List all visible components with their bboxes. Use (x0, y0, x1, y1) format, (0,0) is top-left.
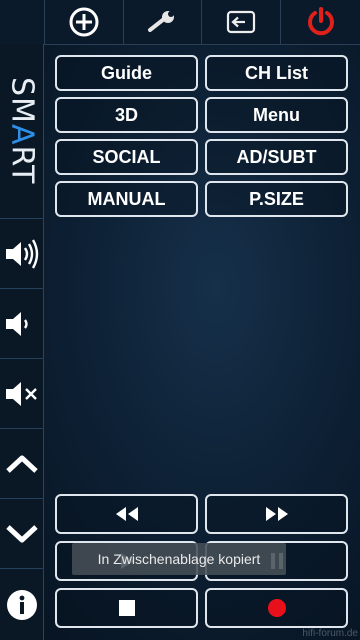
input-source-icon (226, 10, 256, 34)
watermark: hifi-forum.de (302, 628, 358, 639)
menu-button[interactable]: Menu (205, 97, 348, 133)
social-button[interactable]: SOCIAL (55, 139, 198, 175)
chevron-down-icon (6, 524, 38, 542)
mute-button[interactable] (0, 359, 44, 429)
clipboard-toast: In Zwischenablage kopiert (72, 543, 286, 575)
ad-subt-button[interactable]: AD/SUBT (205, 139, 348, 175)
volume-up-button[interactable] (0, 219, 44, 289)
rewind-icon (115, 507, 138, 521)
logo-text-accent: A (4, 124, 40, 146)
sidebar: SMART (0, 44, 44, 640)
settings-button[interactable] (123, 0, 201, 44)
info-button[interactable] (0, 569, 44, 640)
rewind-button[interactable] (55, 494, 198, 534)
logo-text-start: SM (4, 77, 40, 125)
volume-up-icon (6, 238, 39, 269)
power-icon (307, 7, 334, 36)
psize-button[interactable]: P.SIZE (205, 181, 348, 217)
smart-logo: SMART (0, 44, 44, 219)
input-source-button[interactable] (201, 0, 280, 44)
logo-text-end: RT (4, 145, 40, 185)
add-circle-icon (69, 7, 99, 37)
guide-button[interactable]: Guide (55, 55, 198, 91)
ch-list-button[interactable]: CH List (205, 55, 348, 91)
wrench-icon (147, 11, 174, 32)
chevron-up-icon (6, 455, 38, 473)
info-icon (7, 589, 37, 620)
record-icon (267, 599, 286, 617)
channel-down-button[interactable] (0, 499, 44, 569)
manual-button[interactable]: MANUAL (55, 181, 198, 217)
fast-forward-icon (265, 507, 288, 521)
channel-up-button[interactable] (0, 429, 44, 499)
stop-button[interactable] (55, 588, 198, 628)
volume-down-icon (6, 311, 28, 336)
add-button[interactable] (44, 0, 123, 44)
stop-icon (118, 600, 135, 616)
mute-icon (6, 381, 37, 406)
3d-button[interactable]: 3D (55, 97, 198, 133)
volume-down-button[interactable] (0, 289, 44, 359)
top-toolbar (0, 0, 360, 45)
record-button[interactable] (205, 588, 348, 628)
power-button[interactable] (280, 0, 360, 44)
fast-forward-button[interactable] (205, 494, 348, 534)
